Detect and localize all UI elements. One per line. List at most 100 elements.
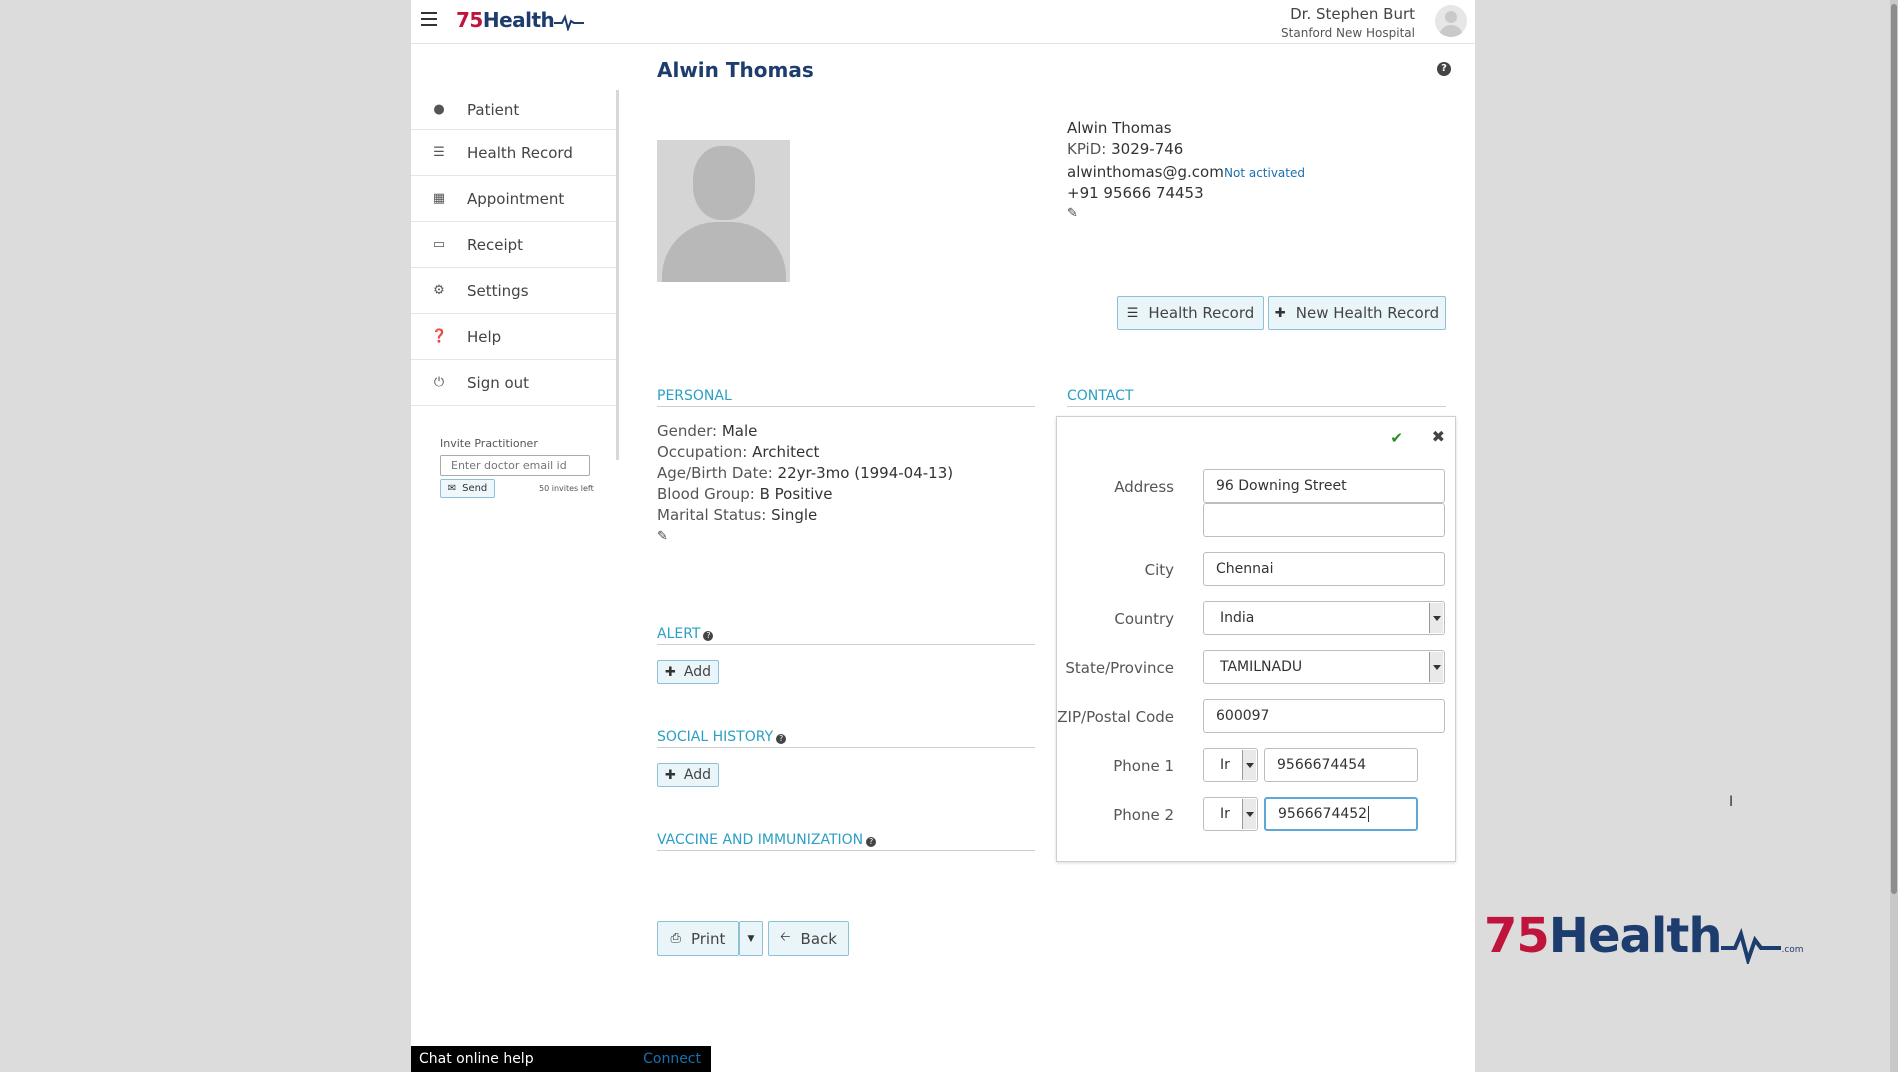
patient-photo[interactable] (657, 140, 790, 282)
print-options-dropdown[interactable]: ▼ (739, 921, 763, 956)
close-icon[interactable]: ✖ (1432, 427, 1445, 446)
phone1-country-code-select[interactable]: Ir (1203, 748, 1258, 782)
email-status-badge: Not activated (1224, 166, 1305, 180)
heartbeat-icon (554, 14, 585, 33)
new-health-record-label: New Health Record (1295, 304, 1440, 322)
kpid-value: 3029-746 (1111, 140, 1184, 158)
text-caret (1368, 806, 1370, 822)
scrollbar-thumb[interactable] (1891, 4, 1897, 894)
phone2-label: Phone 2 (1113, 806, 1174, 824)
sidebar-item-label: Health Record (467, 143, 573, 162)
sidebar-item-appointment[interactable]: ▦ Appointment (411, 176, 616, 222)
marital-status-value: Single (771, 506, 818, 524)
social-history-help-icon[interactable]: ? (776, 734, 787, 744)
address-label: Address (1114, 478, 1174, 496)
sidebar-item-sign-out[interactable]: ⏻ Sign out (411, 360, 616, 406)
health-record-label: Health Record (1148, 304, 1255, 322)
alert-heading-label: ALERT (657, 626, 701, 642)
calendar-icon: ▦ (432, 191, 446, 206)
back-label: Back (800, 929, 837, 948)
address-line1-input[interactable]: 96 Downing Street (1203, 469, 1445, 503)
chevron-down-icon[interactable] (1429, 603, 1443, 633)
chevron-down-icon[interactable] (1242, 750, 1256, 780)
sidebar-item-receipt[interactable]: ▭ Receipt (411, 222, 616, 268)
edit-contact-icon[interactable]: ✎ (1067, 206, 1078, 221)
sidebar-item-label: Appointment (467, 189, 565, 208)
invite-email-input[interactable] (440, 455, 590, 476)
sidebar-item-label: Help (467, 327, 502, 346)
list-icon: ☰ (1126, 305, 1139, 321)
user-icon: ● (433, 102, 445, 117)
blood-group-line: Blood Group: B Positive (657, 485, 833, 503)
state-value: TAMILNADU (1220, 659, 1303, 675)
phone1-code-value: Ir (1220, 757, 1230, 773)
sidebar-item-health-record[interactable]: ☰ Health Record (411, 130, 616, 176)
zip-label: ZIP/Postal Code (1057, 708, 1174, 726)
patient-phone: +91 95666 74453 (1067, 184, 1204, 202)
plus-icon: ✚ (664, 767, 676, 783)
question-icon: ❓ (431, 329, 448, 344)
envelope-icon: ✉ (447, 483, 457, 494)
contact-section-heading: CONTACT (1067, 388, 1446, 407)
brand-logo-word: Health (1548, 908, 1723, 964)
help-icon[interactable]: ? (1437, 62, 1451, 76)
print-button[interactable]: ⎙ Print (657, 921, 739, 956)
patient-name: Alwin Thomas (1067, 119, 1172, 137)
kpid-label: KPiD: (1067, 140, 1107, 158)
marital-status-label: Marital Status: (657, 506, 767, 524)
sidebar-item-settings[interactable]: ⚙ Settings (411, 268, 616, 314)
edit-personal-icon[interactable]: ✎ (657, 529, 668, 544)
city-input[interactable]: Chennai (1203, 552, 1445, 586)
social-history-section-heading: SOCIAL HISTORY? (657, 729, 1035, 748)
country-label: Country (1114, 610, 1174, 628)
caret-down-icon: ▼ (747, 933, 755, 944)
sidebar-item-label: Settings (467, 281, 529, 300)
app-window: 75Health Dr. Stephen Burt Stanford New H… (411, 0, 1733, 1072)
sidebar-item-help[interactable]: ❓ Help (411, 314, 616, 360)
arrow-left-icon: 🡠 (780, 929, 791, 945)
app-logo[interactable]: 75Health (456, 8, 585, 33)
occupation-label: Occupation: (657, 443, 748, 461)
country-select[interactable]: India (1203, 601, 1445, 635)
phone2-input[interactable]: 9566674452 (1264, 797, 1418, 831)
add-alert-button[interactable]: ✚ Add (657, 660, 719, 684)
add-label: Add (683, 767, 711, 783)
social-history-heading-label: SOCIAL HISTORY (657, 729, 774, 745)
state-select[interactable]: TAMILNADU (1203, 650, 1445, 684)
add-label: Add (683, 664, 711, 680)
user-name[interactable]: Dr. Stephen Burt (1290, 5, 1415, 23)
health-record-button[interactable]: ☰ Health Record (1117, 296, 1264, 330)
chat-connect-link[interactable]: Connect (643, 1051, 701, 1067)
alert-help-icon[interactable]: ? (703, 631, 714, 641)
vaccine-help-icon[interactable]: ? (866, 837, 877, 847)
phone1-input[interactable]: 9566674454 (1264, 748, 1418, 782)
age-label: Age/Birth Date: (657, 464, 773, 482)
phone2-value: 9566674452 (1278, 806, 1368, 822)
page-scrollbar[interactable] (1890, 0, 1898, 1072)
personal-section-heading: PERSONAL (657, 388, 1035, 407)
sidebar-item-label: Patient (467, 100, 520, 119)
user-organization: Stanford New Hospital (1281, 26, 1415, 40)
brand-logo-number: 75 (1484, 908, 1550, 964)
add-social-history-button[interactable]: ✚ Add (657, 763, 719, 787)
patient-email: alwinthomas@g.com (1067, 163, 1224, 181)
phone1-label: Phone 1 (1113, 757, 1174, 775)
chevron-down-icon[interactable] (1429, 652, 1443, 682)
hamburger-menu-icon[interactable] (421, 12, 437, 26)
address-line2-input[interactable] (1203, 503, 1445, 537)
back-button[interactable]: 🡠 Back (768, 921, 849, 956)
blood-group-label: Blood Group: (657, 485, 755, 503)
chevron-down-icon[interactable] (1242, 799, 1256, 829)
sidebar-item-patient[interactable]: ● Patient (411, 90, 616, 130)
gender-line: Gender: Male (657, 422, 757, 440)
chat-bar[interactable]: Chat online help Connect (411, 1046, 711, 1072)
zip-input[interactable]: 600097 (1203, 699, 1445, 733)
invite-send-button[interactable]: ✉ Send (440, 479, 495, 498)
text-cursor-icon: I (1729, 794, 1734, 810)
checkmark-icon[interactable]: ✔ (1390, 429, 1403, 447)
phone2-country-code-select[interactable]: Ir (1203, 797, 1258, 831)
gender-label: Gender: (657, 422, 718, 440)
phone2-code-value: Ir (1220, 806, 1230, 822)
new-health-record-button[interactable]: ✚ New Health Record (1268, 296, 1446, 330)
user-avatar[interactable] (1435, 5, 1467, 37)
